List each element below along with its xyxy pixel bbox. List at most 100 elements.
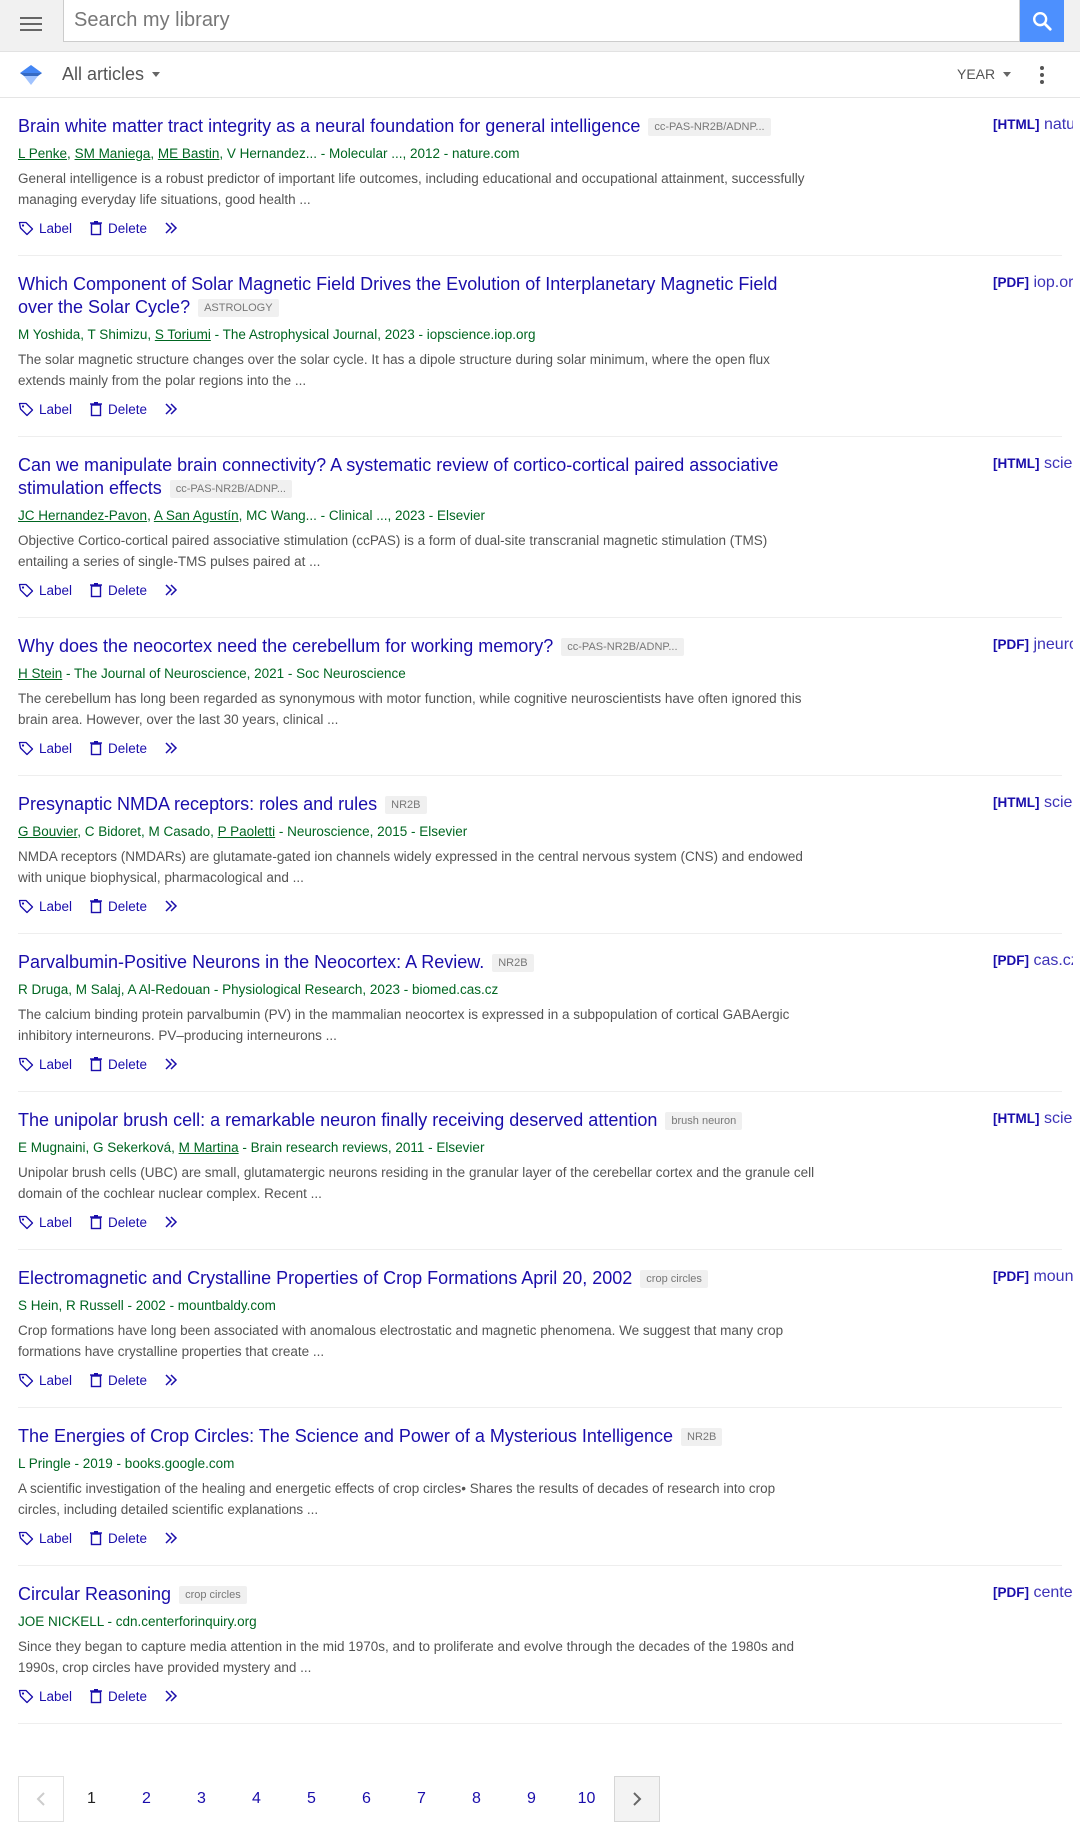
label-button[interactable]: Label bbox=[18, 1530, 72, 1546]
full-text-link[interactable]: [HTML] nature.com bbox=[993, 116, 1073, 134]
label-button[interactable]: Label bbox=[18, 898, 72, 914]
more-actions-button[interactable] bbox=[164, 1689, 180, 1703]
delete-button-text: Delete bbox=[108, 1688, 148, 1704]
result-actions: Label Delete bbox=[18, 1368, 1062, 1392]
full-text-domain: jneurosci.org bbox=[1033, 636, 1073, 653]
result-title-link[interactable]: Can we manipulate brain connectivity? A … bbox=[18, 455, 778, 498]
result-snippet: NMDA receptors (NMDARs) are glutamate-ga… bbox=[18, 849, 803, 885]
label-button[interactable]: Label bbox=[18, 582, 72, 598]
more-actions-button[interactable] bbox=[164, 1057, 180, 1071]
label-button[interactable]: Label bbox=[18, 220, 72, 236]
label-button[interactable]: Label bbox=[18, 740, 72, 756]
label-button[interactable]: Label bbox=[18, 1214, 72, 1230]
delete-button[interactable]: Delete bbox=[89, 220, 147, 236]
result-label-tag[interactable]: brush neuron bbox=[665, 1112, 743, 1130]
result-label-tag[interactable]: crop circles bbox=[640, 1270, 708, 1288]
more-actions-button[interactable] bbox=[164, 1373, 180, 1387]
result-label-tag[interactable]: NR2B bbox=[492, 954, 534, 972]
year-sort-dropdown[interactable]: YEAR bbox=[957, 66, 1012, 82]
label-button[interactable]: Label bbox=[18, 401, 72, 417]
page-number-1[interactable]: 1 bbox=[64, 1790, 119, 1808]
delete-button[interactable]: Delete bbox=[89, 1530, 147, 1546]
page-number-6[interactable]: 6 bbox=[339, 1790, 394, 1808]
full-text-domain: iop.org bbox=[1033, 274, 1073, 291]
result-title-link[interactable]: Parvalbumin-Positive Neurons in the Neoc… bbox=[18, 952, 484, 972]
trash-icon bbox=[90, 899, 103, 914]
more-options-icon[interactable] bbox=[1036, 64, 1048, 88]
result-label-tag[interactable]: crop circles bbox=[179, 1586, 247, 1604]
full-text-link[interactable]: [PDF] mountbaldy.com bbox=[993, 1268, 1073, 1286]
result-title-link[interactable]: Presynaptic NMDA receptors: roles and ru… bbox=[18, 794, 377, 814]
more-actions-button[interactable] bbox=[164, 402, 180, 416]
delete-button[interactable]: Delete bbox=[89, 1056, 147, 1072]
author-link[interactable]: L Penke bbox=[18, 146, 67, 161]
page-number-4[interactable]: 4 bbox=[229, 1790, 284, 1808]
delete-button[interactable]: Delete bbox=[89, 582, 147, 598]
full-text-link[interactable]: [PDF] centerforinquiry.org bbox=[993, 1584, 1073, 1602]
page-number-7[interactable]: 7 bbox=[394, 1790, 449, 1808]
full-text-link[interactable]: [PDF] jneurosci.org bbox=[993, 636, 1073, 654]
result-title-link[interactable]: Electromagnetic and Crystalline Properti… bbox=[18, 1268, 632, 1288]
trash-icon bbox=[90, 741, 103, 756]
author-link[interactable]: M Martina bbox=[179, 1140, 239, 1155]
publication-info: - Neuroscience, 2015 - Elsevier bbox=[275, 824, 468, 839]
result-authors-line: L Penke, SM Maniega, ME Bastin, V Hernan… bbox=[18, 146, 520, 161]
result-label-tag[interactable]: cc-PAS-NR2B/ADNP... bbox=[169, 480, 292, 498]
next-page-button[interactable] bbox=[614, 1776, 660, 1822]
result-label-tag[interactable]: NR2B bbox=[385, 796, 427, 814]
more-actions-button[interactable] bbox=[164, 221, 180, 235]
result-title-link[interactable]: The Energies of Crop Circles: The Scienc… bbox=[18, 1426, 673, 1446]
author-link[interactable]: H Stein bbox=[18, 666, 62, 681]
more-actions-button[interactable] bbox=[164, 583, 180, 597]
delete-button-text: Delete bbox=[108, 401, 148, 417]
result-label-tag[interactable]: cc-PAS-NR2B/ADNP... bbox=[648, 118, 771, 136]
result-title-line: Circular Reasoning crop circles bbox=[18, 1583, 808, 1606]
search-button[interactable] bbox=[1020, 0, 1064, 42]
full-text-link[interactable]: [PDF] cas.cz bbox=[993, 952, 1073, 970]
delete-button[interactable]: Delete bbox=[89, 1372, 147, 1388]
result-title-link[interactable]: The unipolar brush cell: a remarkable ne… bbox=[18, 1110, 657, 1130]
delete-button[interactable]: Delete bbox=[89, 401, 147, 417]
page-number-2[interactable]: 2 bbox=[119, 1790, 174, 1808]
delete-button[interactable]: Delete bbox=[89, 1688, 147, 1704]
delete-button[interactable]: Delete bbox=[89, 1214, 147, 1230]
previous-page-button[interactable] bbox=[18, 1776, 64, 1822]
author-link[interactable]: ME Bastin bbox=[158, 146, 220, 161]
result-title-link[interactable]: Circular Reasoning bbox=[18, 1584, 171, 1604]
author-link[interactable]: SM Maniega bbox=[75, 146, 151, 161]
label-button[interactable]: Label bbox=[18, 1056, 72, 1072]
page-number-9[interactable]: 9 bbox=[504, 1790, 559, 1808]
full-text-link[interactable]: [HTML] sciencedirect.com bbox=[993, 1110, 1073, 1128]
page-number-8[interactable]: 8 bbox=[449, 1790, 504, 1808]
label-icon bbox=[18, 402, 34, 417]
page-number-5[interactable]: 5 bbox=[284, 1790, 339, 1808]
chevron-left-icon bbox=[36, 1792, 45, 1806]
delete-button[interactable]: Delete bbox=[89, 898, 147, 914]
delete-button[interactable]: Delete bbox=[89, 740, 147, 756]
full-text-link[interactable]: [HTML] sciencedirect.com bbox=[993, 794, 1073, 812]
more-actions-button[interactable] bbox=[164, 741, 180, 755]
more-actions-button[interactable] bbox=[164, 1531, 180, 1545]
more-actions-button[interactable] bbox=[164, 1215, 180, 1229]
result-title-link[interactable]: Brain white matter tract integrity as a … bbox=[18, 116, 640, 136]
more-actions-button[interactable] bbox=[164, 899, 180, 913]
hamburger-menu-icon[interactable] bbox=[18, 13, 44, 39]
result-title-link[interactable]: Why does the neocortex need the cerebell… bbox=[18, 636, 553, 656]
full-text-link[interactable]: [PDF] iop.org bbox=[993, 274, 1073, 292]
result-label-tag[interactable]: NR2B bbox=[681, 1428, 723, 1446]
search-input[interactable] bbox=[63, 0, 1020, 42]
author-link[interactable]: JC Hernandez-Pavon bbox=[18, 508, 147, 523]
result-title-link[interactable]: Which Component of Solar Magnetic Field … bbox=[18, 274, 777, 317]
page-number-10[interactable]: 10 bbox=[559, 1790, 614, 1808]
label-button[interactable]: Label bbox=[18, 1688, 72, 1704]
label-button[interactable]: Label bbox=[18, 1372, 72, 1388]
full-text-link[interactable]: [HTML] sciencedirect.com bbox=[993, 455, 1073, 473]
author-link[interactable]: P Paoletti bbox=[218, 824, 276, 839]
library-scope-dropdown[interactable]: All articles bbox=[62, 61, 161, 87]
author-link[interactable]: S Toriumi bbox=[155, 327, 211, 342]
page-number-3[interactable]: 3 bbox=[174, 1790, 229, 1808]
result-label-tag[interactable]: cc-PAS-NR2B/ADNP... bbox=[561, 638, 684, 656]
result-label-tag[interactable]: ASTROLOGY bbox=[198, 299, 279, 317]
author-link[interactable]: A San Agustín bbox=[154, 508, 239, 523]
author-link[interactable]: G Bouvier bbox=[18, 824, 77, 839]
